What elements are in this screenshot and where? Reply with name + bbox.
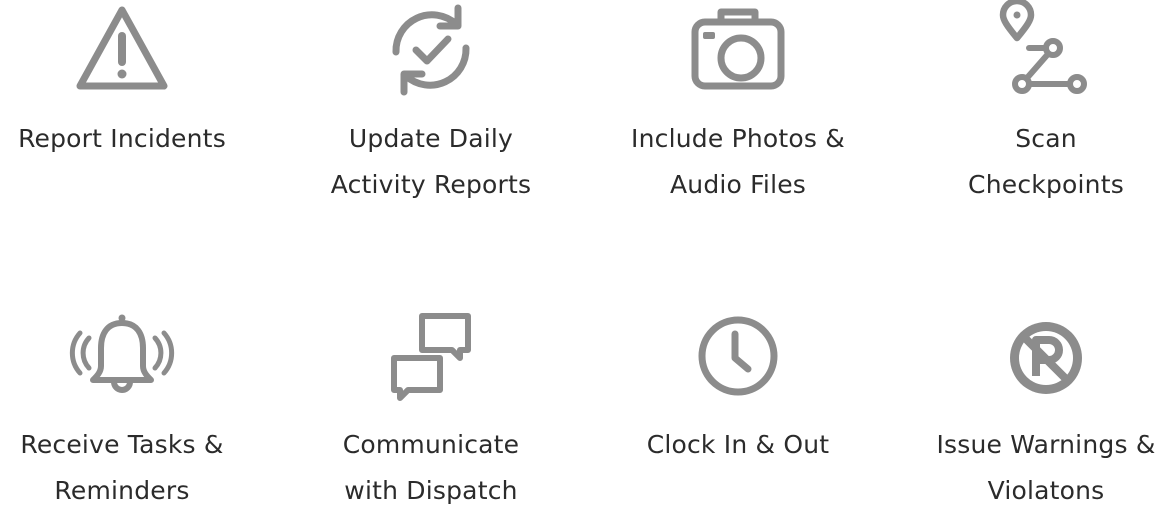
sync-check-icon xyxy=(376,0,486,100)
feature-include-photos-audio: Include Photos & Audio Files xyxy=(603,0,873,208)
feature-clock-in-out: Clock In & Out xyxy=(603,306,873,468)
feature-label: Issue Warnings & Violatons xyxy=(936,430,1156,505)
ringing-bell-icon xyxy=(67,306,177,406)
camera-icon xyxy=(683,0,793,100)
feature-label: Include Photos & Audio Files xyxy=(631,124,845,199)
feature-communicate-dispatch: Communicate with Dispatch xyxy=(296,306,566,514)
route-checkpoint-icon xyxy=(991,0,1101,100)
no-parking-icon xyxy=(991,306,1101,406)
features-grid: Report Incidents Update Daily Activity R… xyxy=(0,0,1172,510)
feature-report-incidents: Report Incidents xyxy=(0,0,257,162)
warning-triangle-icon xyxy=(67,0,177,100)
feature-label: Report Incidents xyxy=(18,124,226,153)
feature-label: Receive Tasks & Reminders xyxy=(20,430,224,505)
feature-update-daily-activity-reports: Update Daily Activity Reports xyxy=(296,0,566,208)
feature-issue-warnings: Issue Warnings & Violatons xyxy=(911,306,1172,514)
feature-label: Update Daily Activity Reports xyxy=(330,124,532,199)
feature-label: Clock In & Out xyxy=(646,430,830,459)
clock-icon xyxy=(683,306,793,406)
feature-label: Communicate with Dispatch xyxy=(342,430,520,505)
feature-scan-checkpoints: Scan Checkpoints xyxy=(911,0,1172,208)
chat-bubbles-icon xyxy=(376,306,486,406)
feature-label: Scan Checkpoints xyxy=(968,124,1124,199)
feature-receive-tasks-reminders: Receive Tasks & Reminders xyxy=(0,306,257,514)
